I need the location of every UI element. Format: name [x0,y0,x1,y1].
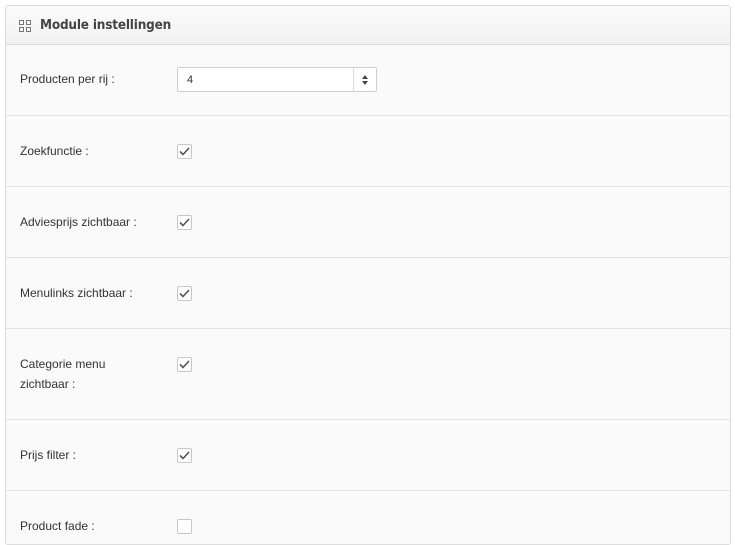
check-icon [179,360,190,369]
menulinks-checkbox[interactable] [177,286,192,301]
check-icon [179,289,190,298]
panel-title: Module instellingen [40,17,172,33]
check-icon [179,451,190,460]
producten-per-rij-select[interactable]: 4 [177,67,377,92]
categorie-menu-checkbox[interactable] [177,357,192,372]
check-icon [179,147,190,156]
producten-per-rij-label: Producten per rij : [20,72,115,86]
select-arrows-icon[interactable] [353,68,376,91]
prijs-filter-checkbox[interactable] [177,448,192,463]
grid-icon [19,19,31,32]
setting-row-zoekfunctie: Zoekfunctie : [6,116,730,187]
setting-row-categorie-menu: Categorie menu zichtbaar : [6,329,730,420]
module-settings-panel: Module instellingen Producten per rij : … [5,5,731,545]
check-icon [179,218,190,227]
prijs-filter-label: Prijs filter : [20,448,77,462]
setting-row-product-fade: Product fade : [6,491,730,544]
zoekfunctie-label: Zoekfunctie : [20,144,89,158]
select-value: 4 [187,73,194,86]
setting-row-adviesprijs: Adviesprijs zichtbaar : [6,187,730,258]
adviesprijs-checkbox[interactable] [177,215,192,230]
setting-row-producten-per-rij: Producten per rij : 4 [6,45,730,116]
zoekfunctie-checkbox[interactable] [177,144,192,159]
product-fade-checkbox[interactable] [177,519,192,534]
panel-header: Module instellingen [6,6,730,45]
adviesprijs-label: Adviesprijs zichtbaar : [20,215,137,229]
product-fade-label: Product fade : [20,519,95,533]
categorie-menu-label-line1: Categorie menu [20,357,106,371]
menulinks-label: Menulinks zichtbaar : [20,286,133,300]
categorie-menu-label-line2: zichtbaar : [20,377,76,391]
setting-row-menulinks: Menulinks zichtbaar : [6,258,730,329]
setting-row-prijs-filter: Prijs filter : [6,420,730,491]
